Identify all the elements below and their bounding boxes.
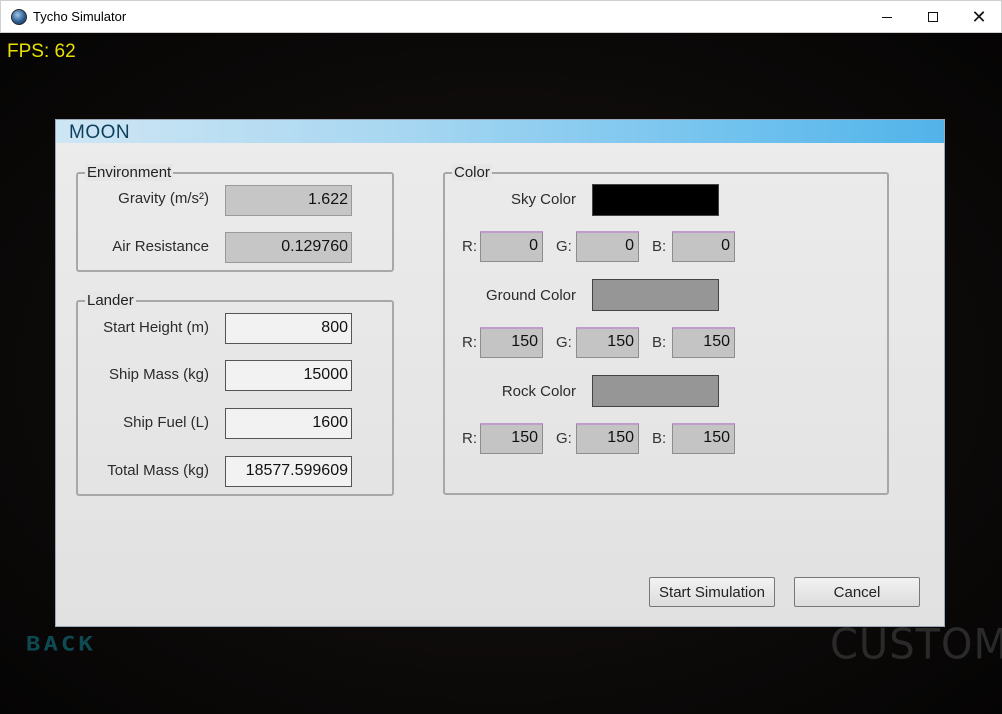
start-simulation-button[interactable]: Start Simulation [649,577,775,607]
start-height-label: Start Height (m) [103,319,209,336]
minimize-icon [882,16,892,18]
gravity-label: Gravity (m/s²) [118,190,209,207]
air-resistance-field: 0.129760 [225,232,352,263]
settings-dialog: MOON Environment Gravity (m/s²) 1.622 Ai… [55,119,945,627]
start-height-input[interactable]: 800 [225,313,352,344]
lander-legend: Lander [85,292,136,309]
ship-fuel-label: Ship Fuel (L) [123,414,209,431]
ground-r-input[interactable]: 150 [480,327,543,358]
sky-color-swatch[interactable] [592,184,719,216]
back-button-logo[interactable]: BACK [26,633,96,655]
rock-g-label: G: [556,430,572,447]
ground-color-swatch[interactable] [592,279,719,311]
close-icon: ✕ [971,7,987,27]
ground-color-label: Ground Color [485,287,576,304]
sky-b-label: B: [652,238,667,255]
ship-mass-label: Ship Mass (kg) [108,366,209,383]
sky-g-input[interactable]: 0 [576,231,639,262]
sky-color-label: Sky Color [510,191,576,208]
total-mass-field: 18577.599609 [225,456,352,487]
color-legend: Color [452,164,492,181]
ground-b-label: B: [652,334,667,351]
ground-b-input[interactable]: 150 [672,327,735,358]
ground-g-input[interactable]: 150 [576,327,639,358]
dialog-title: MOON [69,122,131,143]
rock-r-label: R: [462,430,477,447]
rock-r-input[interactable]: 150 [480,423,543,454]
maximize-icon [928,12,938,22]
sky-r-label: R: [462,238,477,255]
ship-fuel-input[interactable]: 1600 [225,408,352,439]
fps-counter: FPS: 62 [7,41,76,62]
rock-g-input[interactable]: 150 [576,423,639,454]
globe-icon [11,9,27,25]
sky-r-input[interactable]: 0 [480,231,543,262]
sky-g-label: G: [556,238,572,255]
rock-b-input[interactable]: 150 [672,423,735,454]
window-titlebar: Tycho Simulator ✕ [0,0,1002,33]
maximize-button[interactable] [910,1,956,33]
total-mass-label: Total Mass (kg) [107,462,209,479]
rock-b-label: B: [652,430,667,447]
custom-mode-logo: CUSTOM [830,620,1002,670]
ground-r-label: R: [462,334,477,351]
sky-b-input[interactable]: 0 [672,231,735,262]
air-resistance-label: Air Resistance [112,238,209,255]
environment-legend: Environment [85,164,174,181]
minimize-button[interactable] [864,1,910,33]
ship-mass-input[interactable]: 15000 [225,360,352,391]
rock-color-label: Rock Color [501,383,576,400]
ground-g-label: G: [556,334,572,351]
rock-color-swatch[interactable] [592,375,719,407]
window-title: Tycho Simulator [33,9,127,24]
cancel-button[interactable]: Cancel [794,577,920,607]
close-button[interactable]: ✕ [956,1,1002,33]
dialog-header: MOON [56,120,944,143]
gravity-field: 1.622 [225,185,352,216]
